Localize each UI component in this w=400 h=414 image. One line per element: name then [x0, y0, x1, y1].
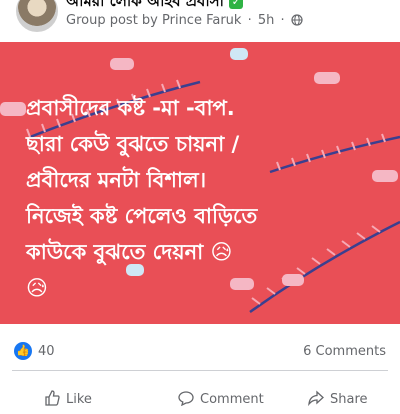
like-icon: [45, 390, 60, 406]
post-meta: Group post by Prince Faruk · 5h ·: [66, 13, 303, 28]
comments-count[interactable]: 6 Comments: [303, 344, 386, 359]
post-time[interactable]: 5h: [258, 13, 275, 28]
verified-check-icon: ✓: [229, 0, 244, 9]
meta-separator: ·: [247, 13, 252, 28]
reaction-count[interactable]: 40: [38, 344, 55, 359]
post-canvas[interactable]: প্রবাসীদের কষ্ট -মা -বাপ. ছারা কেউ বুঝতে…: [0, 42, 400, 324]
like-button[interactable]: Like: [44, 390, 92, 407]
group-name[interactable]: আমরা লোক আইব প্রবাসী ✓: [66, 0, 244, 10]
reactions-bar: 👍 40 6 Comments: [0, 336, 400, 370]
like-reaction-icon[interactable]: 👍: [14, 342, 32, 360]
action-bar: Like Comment Share: [0, 384, 400, 414]
meta-separator-2: ·: [280, 13, 285, 28]
avatar[interactable]: [16, 0, 58, 32]
globe-icon: [291, 14, 303, 26]
post-author[interactable]: Group post by Prince Faruk: [66, 13, 241, 28]
post-text: প্রবাসীদের কষ্ট -মা -বাপ. ছারা কেউ বুঝতে…: [26, 96, 258, 300]
divider: [12, 370, 388, 371]
share-icon: [308, 390, 324, 407]
share-button[interactable]: Share: [308, 390, 368, 407]
comment-button[interactable]: Comment: [178, 390, 264, 407]
comment-icon: [178, 391, 194, 407]
post-header: আমরা লোক আইব প্রবাসী ✓ Group post by Pri…: [0, 0, 400, 40]
group-name-text[interactable]: আমরা লোক আইব প্রবাসী: [66, 0, 224, 10]
